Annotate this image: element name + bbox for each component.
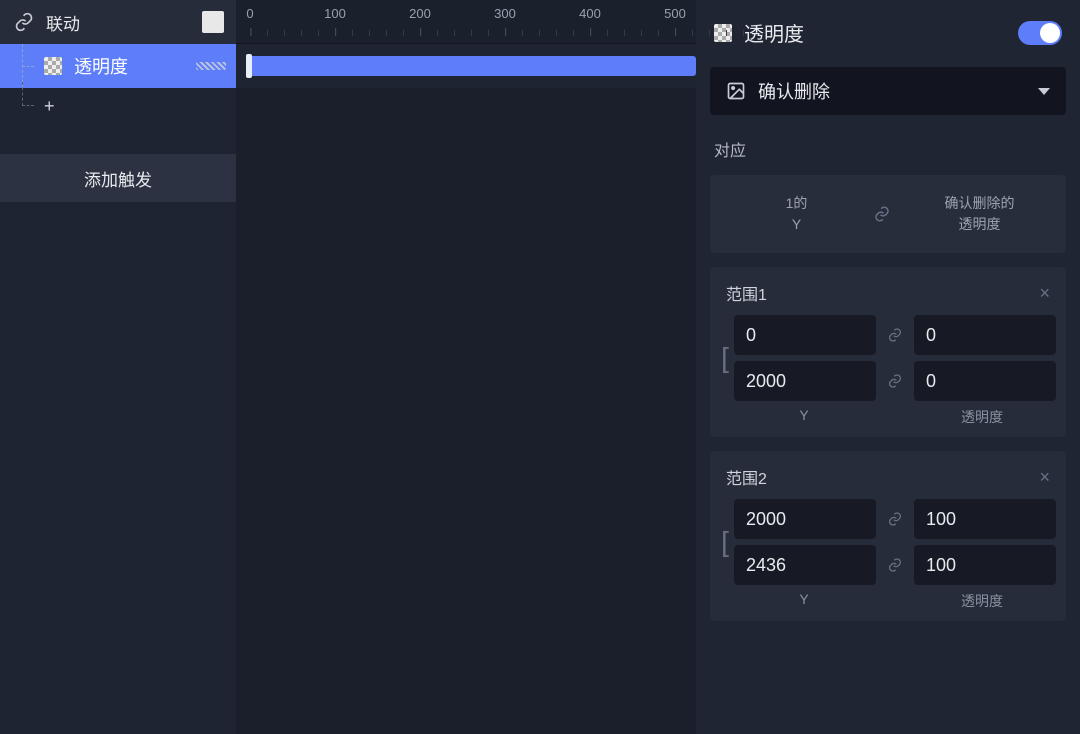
link-icon [873,205,903,223]
plus-icon: + [44,96,55,117]
ruler-tick: 500 [664,6,686,21]
timeline-empty [236,88,696,734]
bracket-icon: [ [720,324,730,392]
map-target: 确认删除的 透明度 [903,193,1056,235]
layer-badge-icon [196,62,226,70]
range-from-start[interactable] [734,499,876,539]
panel-title: 联动 [46,10,190,35]
range-label-left: Y [730,407,878,427]
add-layer-row[interactable]: + [0,88,236,124]
map-source: 1的 Y [720,193,873,235]
range-card: 范围2 × [ Y 透明度 [710,451,1066,621]
mapping-card: 1的 Y 确认删除的 透明度 [710,175,1066,253]
link-icon [14,12,34,32]
ruler-tick: 0 [246,6,253,21]
enable-toggle[interactable] [1018,21,1062,45]
close-icon[interactable]: × [1039,283,1050,304]
checker-icon [714,24,732,42]
layer-label: 透明度 [74,53,184,79]
bracket-icon: [ [720,508,730,576]
range-to-start[interactable] [914,499,1056,539]
track-handle[interactable] [246,54,252,78]
link-icon [880,373,910,389]
track-row[interactable] [236,44,696,88]
section-title-map: 对应 [710,129,1066,161]
dropdown-label: 确认删除 [758,78,1026,104]
ruler-tick: 200 [409,6,431,21]
link-icon [880,557,910,573]
range-label-right: 透明度 [908,591,1056,611]
panel-header[interactable]: 联动 [0,0,236,44]
target-dropdown[interactable]: 确认删除 [710,67,1066,115]
chevron-down-icon [1038,88,1050,95]
range-title: 范围2 [726,465,1039,489]
range-to-start[interactable] [914,315,1056,355]
range-card: 范围1 × [ Y 透明度 [710,267,1066,437]
thumbnail-icon [202,11,224,33]
range-to-end[interactable] [914,361,1056,401]
toggle-knob [1040,23,1060,43]
track-bar[interactable] [246,56,696,76]
timeline-ruler[interactable]: 0 100 200 300 400 500 [236,0,696,44]
property-header: 透明度 [710,12,1066,53]
property-title: 透明度 [744,18,1006,47]
close-icon[interactable]: × [1039,467,1050,488]
map-source-line2: Y [720,214,873,235]
range-label-left: Y [730,591,878,611]
ruler-tick: 300 [494,6,516,21]
map-target-line2: 透明度 [903,214,1056,235]
layer-row-opacity[interactable]: 透明度 [0,44,236,88]
add-trigger-button[interactable]: 添加触发 [0,154,236,202]
range-from-end[interactable] [734,361,876,401]
spacer [0,124,236,154]
ruler-tick: 400 [579,6,601,21]
range-label-right: 透明度 [908,407,1056,427]
image-icon [726,81,746,101]
range-from-start[interactable] [734,315,876,355]
link-icon [880,511,910,527]
map-target-line1: 确认删除的 [903,193,1056,214]
range-from-end[interactable] [734,545,876,585]
range-to-end[interactable] [914,545,1056,585]
timeline-panel: 0 100 200 300 400 500 [236,0,696,734]
link-icon [880,327,910,343]
checker-icon [44,57,62,75]
layers-panel: 联动 透明度 + 添加触发 [0,0,236,734]
ruler-tick: 100 [324,6,346,21]
map-source-line1: 1的 [720,193,873,214]
properties-panel: 透明度 确认删除 对应 1的 Y 确认删除的 透明度 范围1 × [ [696,0,1080,734]
range-title: 范围1 [726,281,1039,305]
